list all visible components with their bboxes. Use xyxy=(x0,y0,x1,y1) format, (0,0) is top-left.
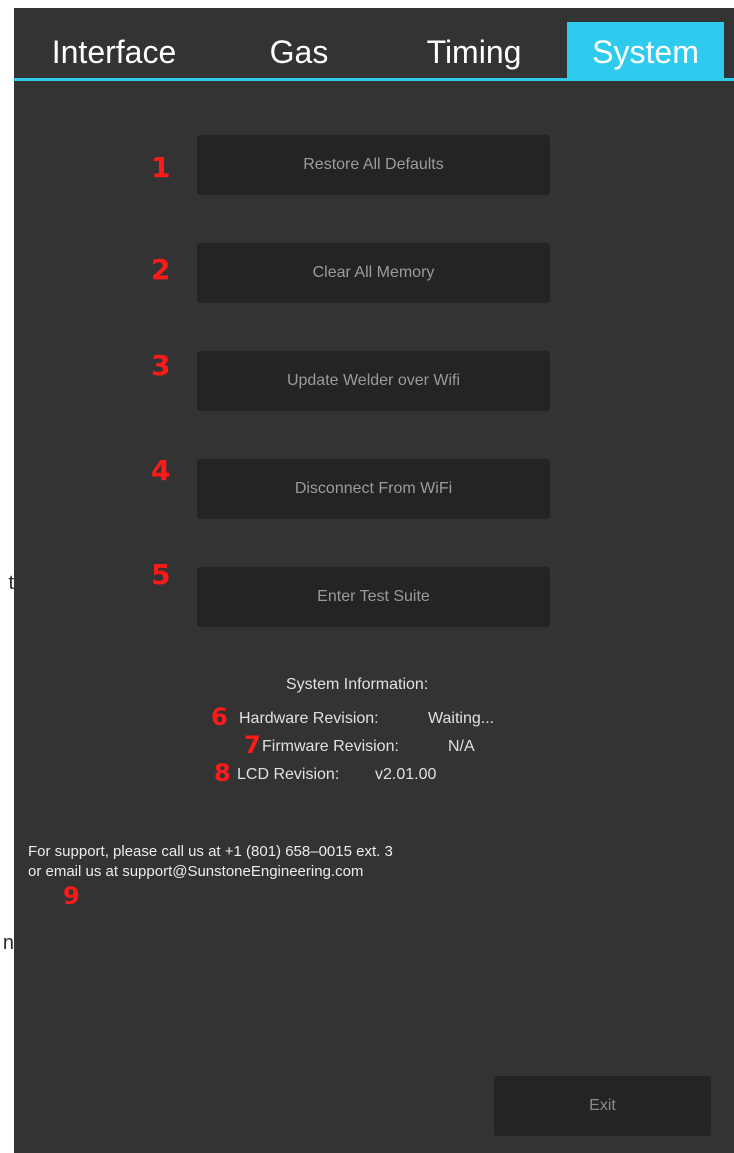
firmware-revision-value: N/A xyxy=(448,738,475,755)
hardware-revision-value: Waiting... xyxy=(428,710,495,727)
system-info-title: System Information: xyxy=(286,676,429,693)
tab-system[interactable]: System xyxy=(567,22,724,78)
marker-3: 3 xyxy=(151,349,171,382)
marker-6: 6 xyxy=(211,703,228,731)
marker-1: 1 xyxy=(151,151,171,184)
support-phone-text: For support, please call us at +1 (801) … xyxy=(28,843,393,860)
support-email-text: or email us at support@SunstoneEngineeri… xyxy=(28,863,364,880)
restore-defaults-button[interactable]: Restore All Defaults xyxy=(197,135,550,195)
update-wifi-button[interactable]: Update Welder over Wifi xyxy=(197,351,550,411)
marker-9: 9 xyxy=(63,882,80,910)
disconnect-wifi-button[interactable]: Disconnect From WiFi xyxy=(197,459,550,519)
marker-5: 5 xyxy=(151,558,171,591)
firmware-revision-label: Firmware Revision: xyxy=(262,738,399,755)
lcd-revision-value: v2.01.00 xyxy=(375,766,437,783)
system-settings-screen: Interface Gas Timing System 1 Restore Al… xyxy=(14,8,734,1153)
marker-8: 8 xyxy=(214,759,231,787)
tab-bar: Interface Gas Timing System xyxy=(14,8,734,78)
background-text-fragment: n xyxy=(2,932,14,954)
lcd-revision-label: LCD Revision: xyxy=(237,766,340,783)
exit-button[interactable]: Exit xyxy=(494,1076,711,1136)
tab-interface[interactable]: Interface xyxy=(24,22,204,78)
background-text-fragment: t xyxy=(8,572,14,594)
tab-timing[interactable]: Timing xyxy=(399,22,549,78)
marker-4: 4 xyxy=(151,454,171,487)
clear-memory-button[interactable]: Clear All Memory xyxy=(197,243,550,303)
tab-gas[interactable]: Gas xyxy=(239,22,359,78)
marker-7: 7 xyxy=(244,731,261,759)
test-suite-button[interactable]: Enter Test Suite xyxy=(197,567,550,627)
hardware-revision-label: Hardware Revision: xyxy=(239,710,379,727)
marker-2: 2 xyxy=(151,253,171,286)
tab-underline xyxy=(14,78,734,81)
